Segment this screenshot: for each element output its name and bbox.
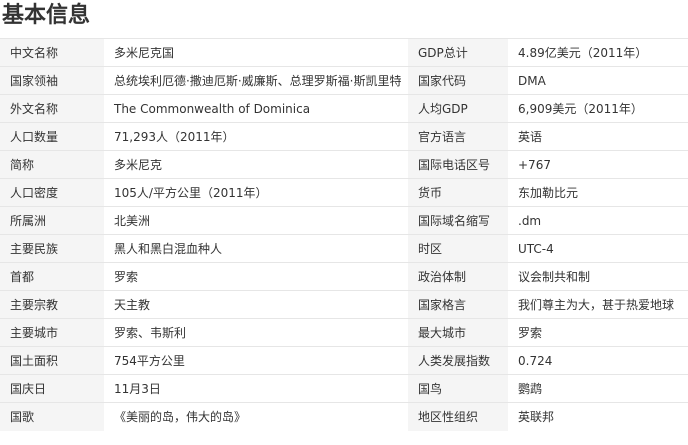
- field-label: GDP总计: [408, 38, 508, 67]
- field-value: 754平方公里: [104, 346, 408, 375]
- field-label: 人口数量: [0, 122, 104, 151]
- field-label: 中文名称: [0, 38, 104, 67]
- field-value: 4.89亿美元（2011年）: [508, 38, 688, 67]
- field-value: .dm: [508, 206, 688, 235]
- field-label: 主要城市: [0, 318, 104, 347]
- field-value: 11月3日: [104, 374, 408, 403]
- field-value: 鹦鹉: [508, 374, 688, 403]
- field-label: 国歌: [0, 402, 104, 431]
- table-row: 外文名称 The Commonwealth of Dominica 人均GDP …: [0, 94, 688, 123]
- field-label: 货币: [408, 178, 508, 207]
- field-label: 官方语言: [408, 122, 508, 151]
- field-value: The Commonwealth of Dominica: [104, 94, 408, 123]
- table-row: 国家领袖 总统埃利厄德·撒迪厄斯·威廉斯、总理罗斯福·斯凯里特 国家代码 DMA: [0, 66, 688, 95]
- field-label: 国家领袖: [0, 66, 104, 95]
- field-label: 国际域名缩写: [408, 206, 508, 235]
- field-value: 71,293人（2011年）: [104, 122, 408, 151]
- table-row: 首都 罗索 政治体制 议会制共和制: [0, 262, 688, 291]
- field-value: 罗索: [104, 262, 408, 291]
- table-row: 主要宗教 天主教 国家格言 我们尊主为大，甚于热爱地球: [0, 290, 688, 319]
- field-label: 国际电话区号: [408, 150, 508, 179]
- field-label: 人均GDP: [408, 94, 508, 123]
- field-value: 我们尊主为大，甚于热爱地球: [508, 290, 688, 319]
- field-label: 所属洲: [0, 206, 104, 235]
- section-title: 基本信息: [2, 3, 91, 28]
- table-row: 主要城市 罗索、韦斯利 最大城市 罗索: [0, 318, 688, 347]
- field-label: 国鸟: [408, 374, 508, 403]
- field-label: 国土面积: [0, 346, 104, 375]
- field-value: 北美洲: [104, 206, 408, 235]
- field-value: 多米尼克国: [104, 38, 408, 67]
- table-row: 简称 多米尼克 国际电话区号 +767: [0, 150, 688, 179]
- field-label: 人口密度: [0, 178, 104, 207]
- field-value: 105人/平方公里（2011年）: [104, 178, 408, 207]
- info-table-body: 中文名称 多米尼克国 GDP总计 4.89亿美元（2011年） 国家领袖 总统埃…: [0, 38, 688, 431]
- field-label: 最大城市: [408, 318, 508, 347]
- field-value: 东加勒比元: [508, 178, 688, 207]
- table-row: 人口数量 71,293人（2011年） 官方语言 英语: [0, 122, 688, 151]
- field-value: 多米尼克: [104, 150, 408, 179]
- field-value: 0.724: [508, 346, 688, 375]
- field-value: +767: [508, 150, 688, 179]
- field-label: 国家格言: [408, 290, 508, 319]
- field-label: 时区: [408, 234, 508, 263]
- field-label: 地区性组织: [408, 402, 508, 431]
- field-label: 外文名称: [0, 94, 104, 123]
- field-label: 主要民族: [0, 234, 104, 263]
- field-value: 英语: [508, 122, 688, 151]
- info-page: 基本信息 中文名称 多米尼克国 GDP总计 4.89亿美元（2011年） 国家领…: [0, 0, 688, 445]
- field-label: 主要宗教: [0, 290, 104, 319]
- field-value: 罗索: [508, 318, 688, 347]
- field-label: 简称: [0, 150, 104, 179]
- field-value: UTC-4: [508, 234, 688, 263]
- field-label: 国家代码: [408, 66, 508, 95]
- field-value: 罗索、韦斯利: [104, 318, 408, 347]
- field-value: 英联邦: [508, 402, 688, 431]
- field-label: 政治体制: [408, 262, 508, 291]
- table-row: 人口密度 105人/平方公里（2011年） 货币 东加勒比元: [0, 178, 688, 207]
- field-label: 国庆日: [0, 374, 104, 403]
- field-value: 6,909美元（2011年）: [508, 94, 688, 123]
- info-table: 中文名称 多米尼克国 GDP总计 4.89亿美元（2011年） 国家领袖 总统埃…: [0, 38, 688, 431]
- field-label: 人类发展指数: [408, 346, 508, 375]
- table-row: 所属洲 北美洲 国际域名缩写 .dm: [0, 206, 688, 235]
- field-value: 总统埃利厄德·撒迪厄斯·威廉斯、总理罗斯福·斯凯里特: [104, 66, 408, 95]
- field-value: DMA: [508, 66, 688, 95]
- field-value: 天主教: [104, 290, 408, 319]
- field-label: 首都: [0, 262, 104, 291]
- table-row: 中文名称 多米尼克国 GDP总计 4.89亿美元（2011年）: [0, 38, 688, 67]
- table-row: 国土面积 754平方公里 人类发展指数 0.724: [0, 346, 688, 375]
- field-value: 议会制共和制: [508, 262, 688, 291]
- table-row: 主要民族 黑人和黑白混血种人 时区 UTC-4: [0, 234, 688, 263]
- table-row: 国歌 《美丽的岛，伟大的岛》 地区性组织 英联邦: [0, 402, 688, 431]
- field-value: 黑人和黑白混血种人: [104, 234, 408, 263]
- field-value: 《美丽的岛，伟大的岛》: [104, 402, 408, 431]
- table-row: 国庆日 11月3日 国鸟 鹦鹉: [0, 374, 688, 403]
